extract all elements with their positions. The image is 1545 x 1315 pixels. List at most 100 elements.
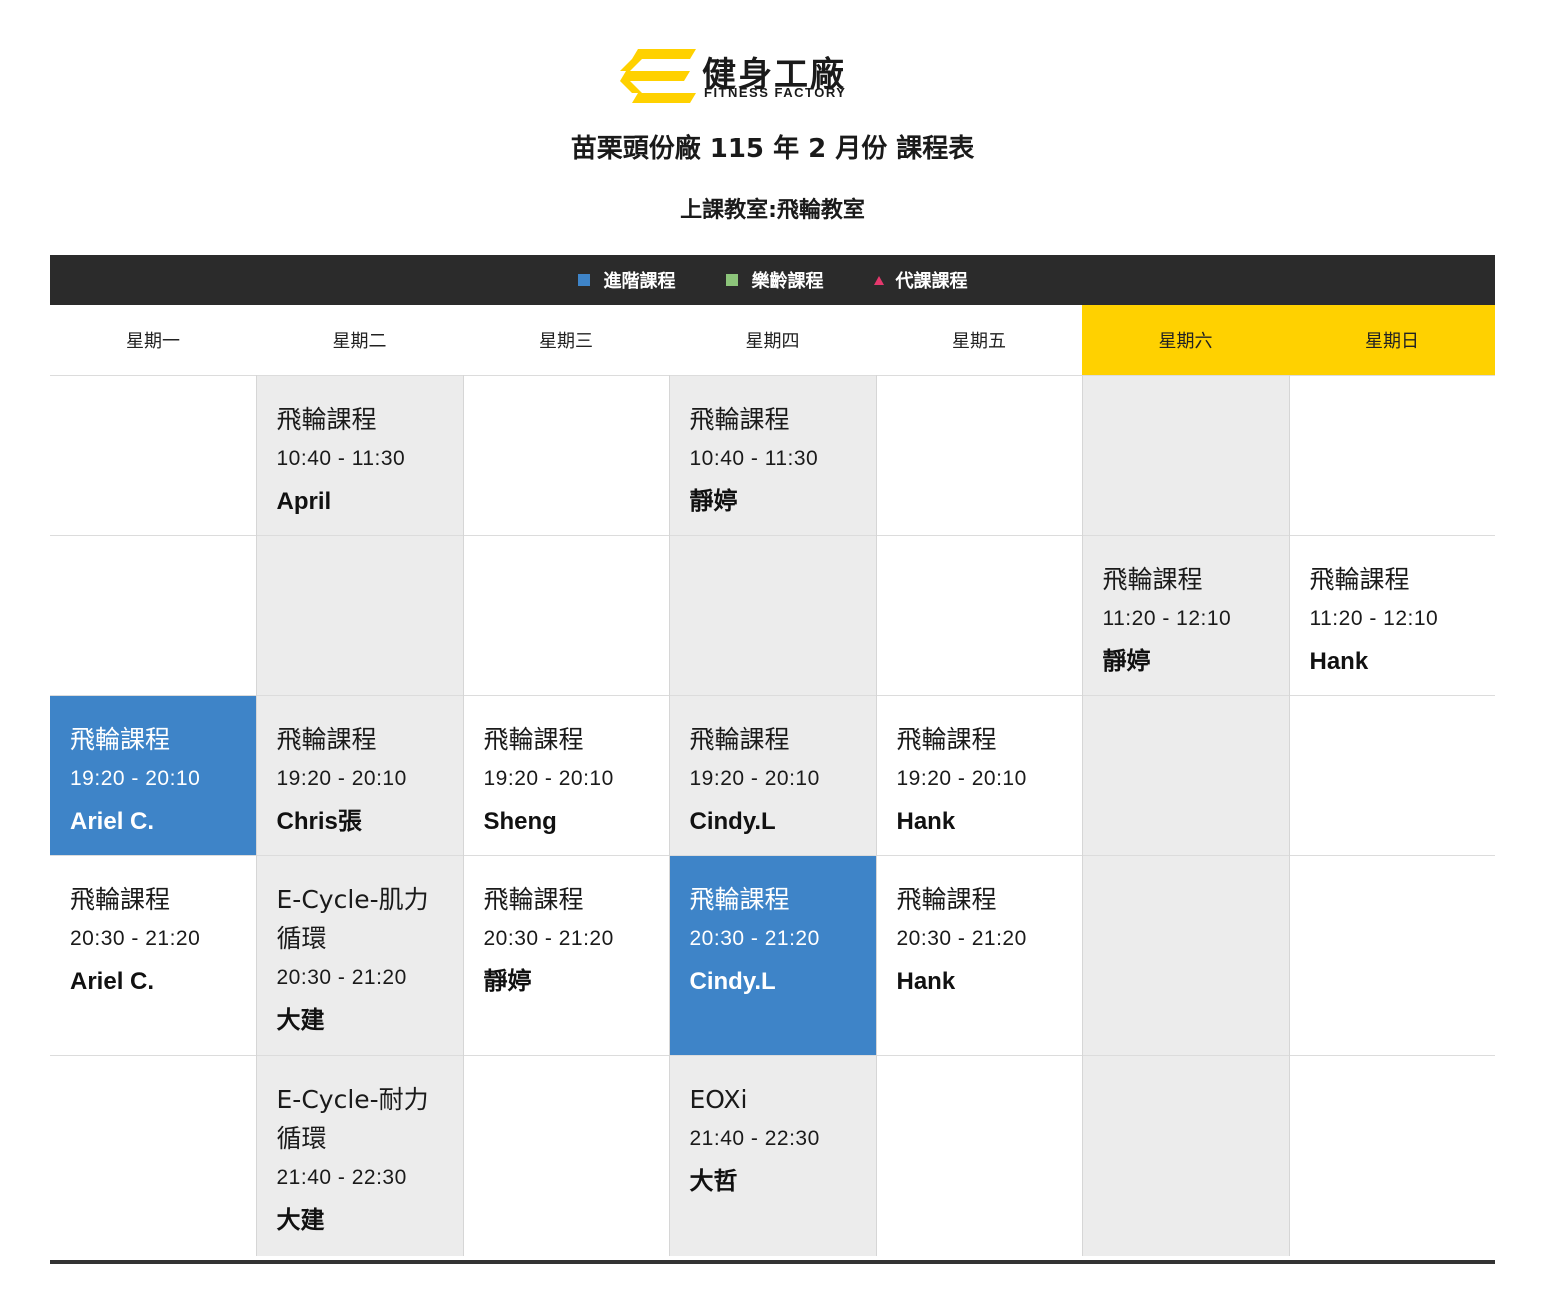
class-slot[interactable]: E-Cycle-耐力循環 21:40 - 22:30 大建 <box>256 1055 464 1256</box>
class-time: 11:20 - 12:10 <box>1309 607 1439 630</box>
class-time: 19:20 - 20:10 <box>276 767 407 790</box>
class-teacher: Sheng <box>483 808 557 835</box>
empty-slot <box>1289 1055 1495 1256</box>
class-name: 飛輪課程 <box>1309 565 1410 594</box>
class-slot[interactable]: 飛輪課程 11:20 - 12:10 Hank <box>1289 535 1495 696</box>
class-slot[interactable]: EOXi 21:40 - 22:30 大哲 <box>669 1055 877 1256</box>
class-time: 21:40 - 22:30 <box>689 1127 820 1150</box>
class-slot[interactable]: 飛輪課程 20:30 - 21:20 Ariel C. <box>50 855 257 1056</box>
class-teacher: Chris張 <box>276 808 362 835</box>
class-time: 20:30 - 21:20 <box>689 927 820 950</box>
class-slot[interactable]: 飛輪課程 19:20 - 20:10 Chris張 <box>256 695 464 856</box>
class-time: 20:30 - 21:20 <box>276 966 407 989</box>
day-header-mon: 星期一 <box>50 305 256 376</box>
brand-logo: 健身工廠 FITNESS FACTORY <box>620 47 930 105</box>
class-time: 11:20 - 12:10 <box>1102 607 1232 630</box>
legend-bar: 進階課程 樂齡課程 代課課程 <box>50 255 1495 305</box>
empty-slot <box>1289 375 1495 536</box>
class-time: 20:30 - 21:20 <box>483 927 614 950</box>
empty-slot <box>669 535 877 696</box>
empty-slot <box>50 535 257 696</box>
empty-slot <box>463 1055 670 1256</box>
class-name: 飛輪課程 <box>276 725 377 754</box>
schedule-row: 飛輪課程 11:20 - 12:10 靜婷 飛輪課程 11:20 - 12:10… <box>50 535 1495 696</box>
class-slot[interactable]: 飛輪課程 10:40 - 11:30 靜婷 <box>669 375 877 536</box>
class-slot[interactable]: 飛輪課程 19:20 - 20:10 Sheng <box>463 695 670 856</box>
class-teacher: 大建 <box>276 1007 325 1034</box>
empty-slot <box>876 375 1083 536</box>
class-name: 飛輪課程 <box>896 725 997 754</box>
schedule-table: 星期一 星期二 星期三 星期四 星期五 星期六 星期日 飛輪課程 10:40 -… <box>50 305 1495 1256</box>
class-time: 20:30 - 21:20 <box>70 927 201 950</box>
class-teacher: 大建 <box>276 1207 325 1234</box>
class-teacher: Cindy.L <box>689 808 776 835</box>
class-name: 飛輪課程 <box>689 405 790 434</box>
schedule-row: 飛輪課程 19:20 - 20:10 Ariel C. 飛輪課程 19:20 -… <box>50 695 1495 856</box>
class-time: 19:20 - 20:10 <box>689 767 820 790</box>
class-time: 10:40 - 11:30 <box>689 447 819 470</box>
green-square-icon <box>725 274 738 286</box>
class-slot[interactable]: 飛輪課程 19:20 - 20:10 Cindy.L <box>669 695 877 856</box>
class-slot-advanced[interactable]: 飛輪課程 20:30 - 21:20 Cindy.L <box>669 855 877 1056</box>
class-name: 飛輪課程 <box>276 405 377 434</box>
legend-item-advanced: 進階課程 <box>577 267 676 293</box>
empty-slot <box>50 1055 257 1256</box>
schedule-row: 飛輪課程 10:40 - 11:30 April 飛輪課程 10:40 - 11… <box>50 375 1495 536</box>
day-header-sat: 星期六 <box>1082 305 1289 376</box>
class-name: 飛輪課程 <box>689 725 790 754</box>
empty-slot <box>1082 375 1290 536</box>
class-teacher: Ariel C. <box>70 808 155 835</box>
class-teacher: Hank <box>1309 648 1369 675</box>
day-header-tue: 星期二 <box>256 305 463 376</box>
class-time: 20:30 - 21:20 <box>896 927 1027 950</box>
class-name: 飛輪課程 <box>483 725 584 754</box>
class-name: EOXi <box>689 1085 748 1114</box>
empty-slot <box>463 535 670 696</box>
class-teacher: 靜婷 <box>689 488 738 515</box>
class-time: 19:20 - 20:10 <box>483 767 614 790</box>
day-header-row: 星期一 星期二 星期三 星期四 星期五 星期六 星期日 <box>50 305 1495 376</box>
empty-slot <box>50 375 257 536</box>
empty-slot <box>463 375 670 536</box>
day-header-fri: 星期五 <box>876 305 1082 376</box>
day-header-thu: 星期四 <box>669 305 876 376</box>
table-bottom-border <box>50 1260 1495 1264</box>
empty-slot <box>1082 855 1290 1056</box>
class-slot[interactable]: E-Cycle-肌力循環 20:30 - 21:20 大建 <box>256 855 464 1056</box>
class-teacher: Ariel C. <box>70 968 155 995</box>
class-time: 19:20 - 20:10 <box>896 767 1027 790</box>
fitness-factory-logo-icon <box>620 49 696 103</box>
class-time: 10:40 - 11:30 <box>276 447 406 470</box>
class-slot[interactable]: 飛輪課程 19:20 - 20:10 Hank <box>876 695 1083 856</box>
class-name: 飛輪課程 <box>896 885 997 914</box>
empty-slot <box>876 1055 1083 1256</box>
legend-label: 代課課程 <box>895 271 968 292</box>
class-teacher: 靜婷 <box>1102 648 1151 675</box>
empty-slot <box>1082 1055 1290 1256</box>
class-teacher: 大哲 <box>689 1168 738 1195</box>
class-teacher: Hank <box>896 968 956 995</box>
class-slot-advanced[interactable]: 飛輪課程 19:20 - 20:10 Ariel C. <box>50 695 257 856</box>
class-name: E-Cycle-耐力循環 <box>276 1085 429 1153</box>
class-slot[interactable]: 飛輪課程 20:30 - 21:20 靜婷 <box>463 855 670 1056</box>
class-teacher: Hank <box>896 808 956 835</box>
class-name: 飛輪課程 <box>483 885 584 914</box>
legend-item-substitute: 代課課程 <box>873 267 968 293</box>
class-slot[interactable]: 飛輪課程 10:40 - 11:30 April <box>256 375 464 536</box>
empty-slot <box>1082 695 1290 856</box>
class-slot[interactable]: 飛輪課程 20:30 - 21:20 Hank <box>876 855 1083 1056</box>
day-header-wed: 星期三 <box>463 305 669 376</box>
class-name: 飛輪課程 <box>70 725 171 754</box>
empty-slot <box>1289 695 1495 856</box>
day-header-sun: 星期日 <box>1289 305 1495 376</box>
class-name: 飛輪課程 <box>689 885 790 914</box>
legend-label: 進階課程 <box>603 271 676 292</box>
class-name: 飛輪課程 <box>70 885 171 914</box>
class-time: 21:40 - 22:30 <box>276 1166 407 1189</box>
empty-slot <box>1289 855 1495 1056</box>
triangle-icon <box>873 275 884 285</box>
page-subtitle: 上課教室:飛輪教室 <box>680 198 865 223</box>
class-slot[interactable]: 飛輪課程 11:20 - 12:10 靜婷 <box>1082 535 1290 696</box>
empty-slot <box>256 535 464 696</box>
class-name: 飛輪課程 <box>1102 565 1203 594</box>
